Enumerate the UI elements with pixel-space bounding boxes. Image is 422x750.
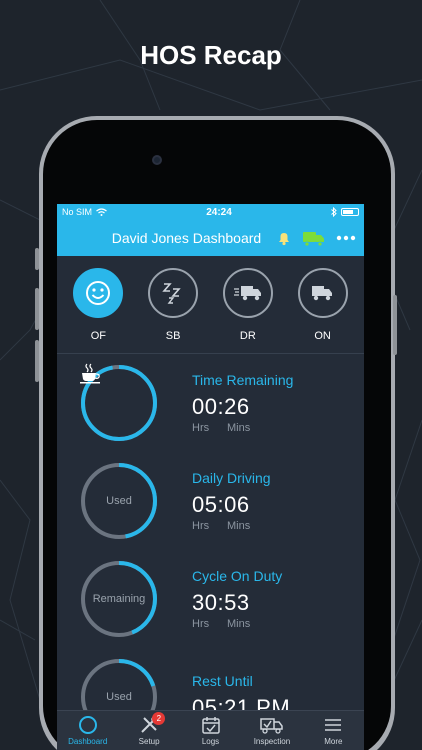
tab-bar: Dashboard 2 Setup Logs Inspection More — [57, 710, 364, 750]
ring-label: Used — [106, 495, 132, 507]
app-screen: No SIM 24:24 David Jones Dashboard OF SB… — [57, 204, 364, 750]
nav-title: David Jones Dashboard — [111, 230, 262, 246]
hours-unit: Hrs — [192, 520, 210, 532]
progress-ring: Used — [79, 461, 159, 541]
power-button — [393, 295, 397, 355]
minutes-unit: Mins — [227, 618, 251, 630]
minutes-unit: Mins — [227, 422, 251, 434]
duty-status-selector: OF SB DR ON — [57, 256, 364, 354]
timer-title: Rest Until — [192, 673, 253, 689]
more-options-icon[interactable] — [336, 235, 356, 241]
status-sleeper[interactable]: SB — [143, 268, 203, 353]
sleep-zzz-icon — [162, 283, 181, 304]
tab-label: Inspection — [253, 737, 291, 746]
calendar-check-icon — [201, 717, 220, 734]
progress-ring: Remaining — [79, 559, 159, 639]
volume-up-button — [35, 288, 39, 330]
timer-value: 05:06 — [192, 492, 250, 517]
progress-ring — [79, 363, 159, 443]
status-label: OF — [90, 330, 107, 342]
page-headline: HOS Recap — [140, 40, 282, 70]
status-label: ON — [314, 330, 331, 342]
menu-icon — [325, 719, 342, 731]
timer-value: 30:53 — [192, 590, 250, 615]
tab-inspection[interactable]: Inspection — [241, 711, 302, 750]
status-on-duty[interactable]: ON — [293, 268, 353, 353]
wifi-icon — [96, 208, 107, 216]
smiley-icon — [86, 281, 111, 305]
battery-icon — [341, 208, 359, 216]
tab-label: Dashboard — [68, 737, 108, 746]
minutes-unit: Mins — [227, 520, 251, 532]
tab-more[interactable]: More — [303, 711, 364, 750]
hours-unit: Hrs — [192, 422, 210, 434]
timer-daily-driving[interactable]: Used Daily Driving 05:06 Hrs Mins — [57, 452, 364, 550]
hours-unit: Hrs — [192, 618, 210, 630]
status-driving-circle[interactable] — [222, 268, 273, 318]
timer-title: Cycle On Duty — [192, 568, 283, 584]
timer-time-remaining[interactable]: Time Remaining 00:26 Hrs Mins — [57, 354, 364, 452]
moving-truck-icon — [233, 286, 261, 301]
ring-label: Remaining — [92, 593, 146, 605]
status-bar: No SIM 24:24 — [57, 204, 364, 220]
truck-connected-icon[interactable] — [302, 229, 326, 247]
carrier-label: No SIM — [62, 207, 93, 217]
timer-title: Time Remaining — [192, 372, 294, 388]
clock: 24:24 — [206, 206, 232, 218]
mute-switch — [35, 248, 39, 270]
truck-check-icon — [260, 718, 283, 734]
dashboard-ring-icon — [78, 716, 97, 734]
truck-icon — [311, 286, 332, 301]
status-label: SB — [165, 330, 181, 342]
tab-setup[interactable]: 2 Setup — [118, 711, 179, 750]
timer-value: 00:26 — [192, 394, 250, 419]
status-off-duty-circle[interactable] — [73, 268, 124, 318]
status-sleeper-circle[interactable] — [148, 268, 199, 318]
tab-label: Setup — [138, 737, 160, 746]
coffee-cup-icon — [80, 363, 100, 384]
status-label: DR — [239, 330, 256, 342]
front-camera — [152, 155, 162, 165]
timer-cycle-on-duty[interactable]: Remaining Cycle On Duty 30:53 Hrs Mins — [57, 550, 364, 648]
status-on-duty-circle[interactable] — [297, 268, 348, 318]
setup-badge: 2 — [152, 712, 166, 725]
tab-label: More — [324, 737, 343, 746]
bluetooth-icon — [331, 207, 337, 217]
tab-label: Logs — [201, 737, 220, 746]
bell-icon[interactable] — [276, 230, 292, 246]
status-driving[interactable]: DR — [218, 268, 278, 353]
volume-down-button — [35, 340, 39, 382]
status-off-duty[interactable]: OF — [68, 268, 128, 353]
nav-bar: David Jones Dashboard — [57, 220, 364, 256]
tab-dashboard[interactable]: Dashboard — [57, 711, 118, 750]
timer-title: Daily Driving — [192, 470, 271, 486]
tab-logs[interactable]: Logs — [180, 711, 241, 750]
